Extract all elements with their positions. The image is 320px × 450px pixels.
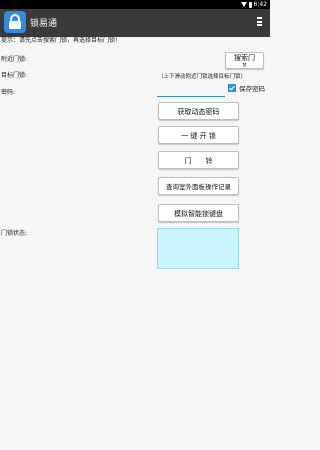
- get-dynamic-password-button[interactable]: 获取动态密码: [158, 102, 239, 120]
- overflow-menu-icon[interactable]: [257, 17, 263, 28]
- lock-status-box: [157, 228, 239, 269]
- app-title: 锁易通: [30, 19, 58, 29]
- lock-status-label: 门锁状态:: [1, 230, 28, 237]
- save-password-checkbox[interactable]: [228, 84, 236, 92]
- simulate-keypad-button[interactable]: 模拟智能锁键盘: [158, 204, 239, 222]
- doorbell-button[interactable]: 门 铃: [158, 151, 239, 169]
- nearby-locks-label: 附近门锁:: [1, 56, 28, 63]
- status-time: 6:42: [253, 1, 267, 8]
- app-bar: 锁易通: [0, 9, 270, 37]
- search-lock-button[interactable]: 搜索门 锁: [225, 52, 264, 69]
- hint-text: 提示：请先点击搜索门锁，再选择目标门锁!: [1, 37, 118, 44]
- checkmark-icon: [229, 85, 235, 91]
- search-lock-button-line1: 搜索门: [234, 54, 255, 62]
- wifi-icon: [240, 2, 247, 7]
- one-key-unlock-button[interactable]: 一 键 开 锁: [158, 126, 239, 144]
- search-lock-button-line2: 锁: [242, 62, 247, 67]
- password-input[interactable]: [157, 86, 225, 97]
- save-password-label: 保存密码: [239, 85, 265, 93]
- password-label: 密码:: [1, 89, 16, 96]
- battery-icon: [248, 1, 252, 8]
- status-bar: 6:42: [0, 0, 270, 9]
- query-panel-records-button[interactable]: 查询室外面板操作记录: [158, 177, 239, 195]
- target-lock-label: 目标门锁:: [1, 72, 28, 79]
- target-lock-note: （上下滑动附近门锁选择目标门锁）: [158, 74, 247, 80]
- app-lock-icon: [4, 11, 26, 33]
